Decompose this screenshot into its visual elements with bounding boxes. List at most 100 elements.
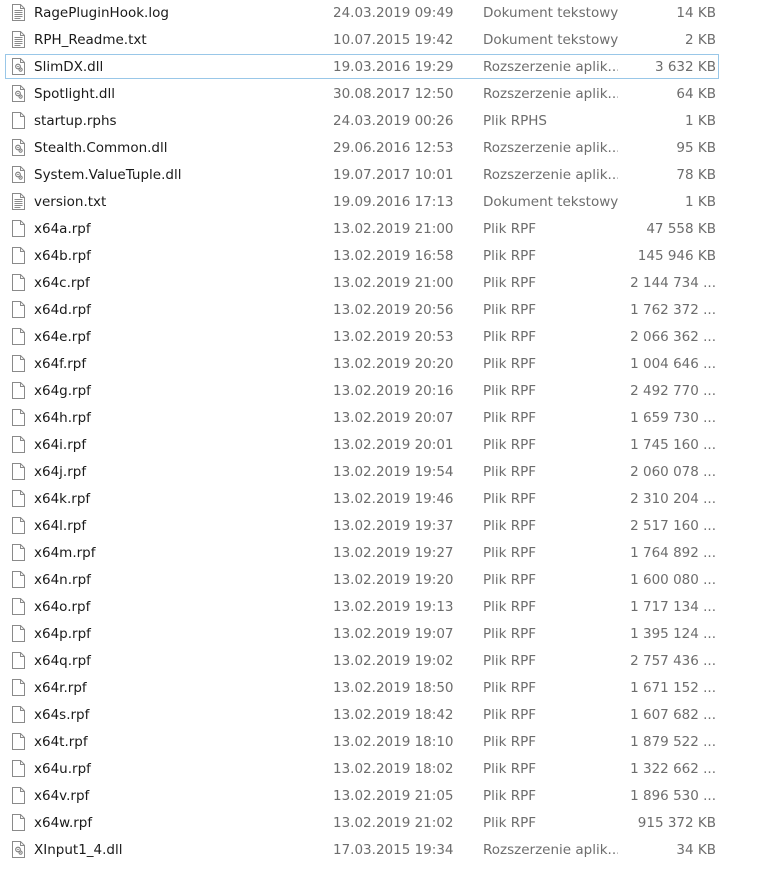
file-type: Plik RPF [483, 653, 537, 669]
file-row[interactable]: x64i.rpf 13.02.2019 20:01 Plik RPF 1 745… [0, 432, 759, 459]
file-size: 95 KB [676, 140, 716, 156]
file-row[interactable]: x64m.rpf 13.02.2019 19:27 Plik RPF 1 764… [0, 540, 759, 567]
text-file-icon [12, 31, 25, 48]
file-name: x64d.rpf [34, 302, 91, 318]
file-date-modified: 13.02.2019 21:05 [333, 788, 454, 804]
file-row[interactable]: x64o.rpf 13.02.2019 19:13 Plik RPF 1 717… [0, 594, 759, 621]
file-row[interactable]: x64t.rpf 13.02.2019 18:10 Plik RPF 1 879… [0, 729, 759, 756]
file-name: x64h.rpf [34, 410, 91, 426]
file-row[interactable]: version.txt 19.09.2016 17:13 Dokument te… [0, 189, 759, 216]
file-row[interactable]: x64l.rpf 13.02.2019 19:37 Plik RPF 2 517… [0, 513, 759, 540]
file-row[interactable]: RagePluginHook.log 24.03.2019 09:49 Doku… [0, 0, 759, 27]
file-row[interactable]: x64h.rpf 13.02.2019 20:07 Plik RPF 1 659… [0, 405, 759, 432]
file-row[interactable]: x64u.rpf 13.02.2019 18:02 Plik RPF 1 322… [0, 756, 759, 783]
file-row[interactable]: x64j.rpf 13.02.2019 19:54 Plik RPF 2 060… [0, 459, 759, 486]
file-row[interactable]: x64r.rpf 13.02.2019 18:50 Plik RPF 1 671… [0, 675, 759, 702]
file-type: Plik RPF [483, 437, 537, 453]
file-row[interactable]: x64c.rpf 13.02.2019 21:00 Plik RPF 2 144… [0, 270, 759, 297]
text-file-icon [12, 4, 25, 21]
file-date-modified: 13.02.2019 18:42 [333, 707, 454, 723]
file-type: Plik RPF [483, 734, 537, 750]
file-row[interactable]: x64s.rpf 13.02.2019 18:42 Plik RPF 1 607… [0, 702, 759, 729]
file-date-modified: 13.02.2019 19:20 [333, 572, 454, 588]
blank-file-icon [12, 328, 25, 345]
file-size: 1 659 730 ... [630, 410, 716, 426]
file-name: startup.rphs [34, 113, 117, 129]
file-row[interactable]: x64a.rpf 13.02.2019 21:00 Plik RPF 47 55… [0, 216, 759, 243]
file-name: x64o.rpf [34, 599, 91, 615]
file-type: Rozszerzenie aplik... [483, 167, 618, 183]
file-name: version.txt [34, 194, 107, 210]
file-size: 2 492 770 ... [630, 383, 716, 399]
blank-file-icon [12, 571, 25, 588]
file-row[interactable]: Stealth.Common.dll 29.06.2016 12:53 Rozs… [0, 135, 759, 162]
file-size: 1 004 646 ... [630, 356, 716, 372]
file-name: x64f.rpf [34, 356, 87, 372]
file-name: System.ValueTuple.dll [34, 167, 182, 183]
file-type: Plik RPF [483, 383, 537, 399]
file-row[interactable]: System.ValueTuple.dll 19.07.2017 10:01 R… [0, 162, 759, 189]
file-size: 1 717 134 ... [630, 599, 716, 615]
file-date-modified: 13.02.2019 19:13 [333, 599, 454, 615]
file-name: x64t.rpf [34, 734, 88, 750]
file-type: Plik RPF [483, 221, 537, 237]
blank-file-icon [12, 463, 25, 480]
file-size: 14 KB [676, 5, 716, 21]
blank-file-icon [12, 490, 25, 507]
file-type: Plik RPF [483, 599, 537, 615]
file-row[interactable]: x64k.rpf 13.02.2019 19:46 Plik RPF 2 310… [0, 486, 759, 513]
file-size: 915 372 KB [637, 815, 716, 831]
file-type: Plik RPF [483, 248, 537, 264]
file-size: 64 KB [676, 86, 716, 102]
file-row[interactable]: Spotlight.dll 30.08.2017 12:50 Rozszerze… [0, 81, 759, 108]
file-row[interactable]: x64q.rpf 13.02.2019 19:02 Plik RPF 2 757… [0, 648, 759, 675]
file-name: x64e.rpf [34, 329, 91, 345]
blank-file-icon [12, 355, 25, 372]
file-size: 1 600 080 ... [630, 572, 716, 588]
file-type: Plik RPF [483, 815, 537, 831]
file-row[interactable]: x64w.rpf 13.02.2019 21:02 Plik RPF 915 3… [0, 810, 759, 837]
file-name: RagePluginHook.log [34, 5, 169, 21]
file-size: 1 607 682 ... [630, 707, 716, 723]
file-date-modified: 19.07.2017 10:01 [333, 167, 454, 183]
blank-file-icon [12, 652, 25, 669]
file-row[interactable]: x64f.rpf 13.02.2019 20:20 Plik RPF 1 004… [0, 351, 759, 378]
dll-file-icon [12, 58, 25, 75]
file-date-modified: 30.08.2017 12:50 [333, 86, 454, 102]
file-size: 1 762 372 ... [630, 302, 716, 318]
file-name: x64b.rpf [34, 248, 91, 264]
file-row[interactable]: SlimDX.dll 19.03.2016 19:29 Rozszerzenie… [0, 54, 759, 81]
file-type: Rozszerzenie aplik... [483, 140, 618, 156]
file-type: Rozszerzenie aplik... [483, 842, 618, 858]
file-size: 2 310 204 ... [630, 491, 716, 507]
file-type: Plik RPF [483, 518, 537, 534]
file-type: Plik RPF [483, 680, 537, 696]
file-size: 2 060 078 ... [630, 464, 716, 480]
file-date-modified: 19.03.2016 19:29 [333, 59, 454, 75]
file-size: 2 757 436 ... [630, 653, 716, 669]
file-date-modified: 29.06.2016 12:53 [333, 140, 454, 156]
file-name: x64k.rpf [34, 491, 91, 507]
file-name: x64c.rpf [34, 275, 90, 291]
file-size: 1 745 160 ... [630, 437, 716, 453]
file-row[interactable]: startup.rphs 24.03.2019 00:26 Plik RPHS … [0, 108, 759, 135]
file-type: Plik RPF [483, 545, 537, 561]
file-row[interactable]: x64n.rpf 13.02.2019 19:20 Plik RPF 1 600… [0, 567, 759, 594]
blank-file-icon [12, 274, 25, 291]
file-row[interactable]: XInput1_4.dll 17.03.2015 19:34 Rozszerze… [0, 837, 759, 864]
blank-file-icon [12, 598, 25, 615]
file-row[interactable]: x64e.rpf 13.02.2019 20:53 Plik RPF 2 066… [0, 324, 759, 351]
file-row[interactable]: x64v.rpf 13.02.2019 21:05 Plik RPF 1 896… [0, 783, 759, 810]
file-name: Spotlight.dll [34, 86, 115, 102]
file-row[interactable]: x64g.rpf 13.02.2019 20:16 Plik RPF 2 492… [0, 378, 759, 405]
file-row[interactable]: x64d.rpf 13.02.2019 20:56 Plik RPF 1 762… [0, 297, 759, 324]
file-row[interactable]: x64p.rpf 13.02.2019 19:07 Plik RPF 1 395… [0, 621, 759, 648]
file-type: Plik RPHS [483, 113, 547, 129]
file-row[interactable]: x64b.rpf 13.02.2019 16:58 Plik RPF 145 9… [0, 243, 759, 270]
file-name: x64g.rpf [34, 383, 91, 399]
file-date-modified: 13.02.2019 19:46 [333, 491, 454, 507]
file-row[interactable]: RPH_Readme.txt 10.07.2015 19:42 Dokument… [0, 27, 759, 54]
file-size: 3 632 KB [654, 59, 716, 75]
file-date-modified: 13.02.2019 20:01 [333, 437, 454, 453]
file-type: Dokument tekstowy [483, 32, 618, 48]
